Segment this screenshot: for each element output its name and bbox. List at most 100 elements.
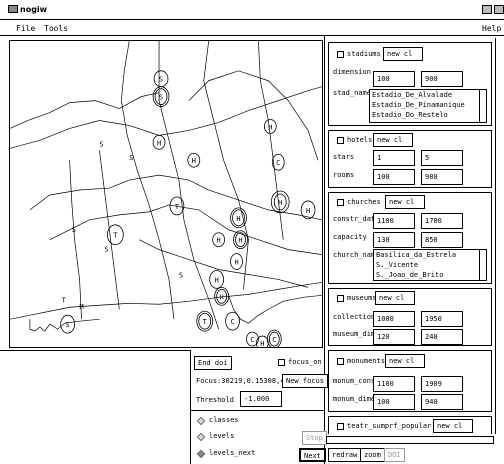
svg-text:S: S: [66, 321, 70, 329]
map-marker[interactable]: H: [230, 253, 243, 270]
svg-text:H: H: [278, 199, 282, 207]
class-panels: stadiums new cl dimension 100 900 stad_n…: [325, 38, 495, 434]
churches-c2-min[interactable]: 130: [373, 232, 415, 248]
map-canvas[interactable]: S S H H T H H H H H H T C H S T H C H C …: [9, 40, 323, 348]
listbox-scrollbar[interactable]: [479, 250, 486, 280]
list-item[interactable]: S._Vicente: [374, 260, 486, 270]
monuments-c1-max[interactable]: 1909: [421, 376, 463, 392]
museums-c2-min[interactable]: 120: [373, 329, 415, 345]
hotels-rooms-min[interactable]: 100: [373, 169, 415, 185]
hotels-checkbox[interactable]: [337, 137, 344, 144]
map-marker[interactable]: T: [196, 310, 214, 332]
monuments-checkbox[interactable]: [337, 358, 344, 365]
svg-text:H: H: [157, 139, 161, 147]
panels-vscrollbar[interactable]: [495, 38, 504, 434]
map-marker[interactable]: H: [209, 270, 225, 289]
monuments-c1-min[interactable]: 1100: [373, 376, 415, 392]
map-marker[interactable]: C: [266, 329, 282, 347]
map-marker[interactable]: H: [187, 152, 201, 168]
stadiums-new-cl-button[interactable]: new cl: [383, 47, 423, 61]
svg-text:S: S: [159, 94, 163, 102]
partial-label: teatr_sumprf_popular: [347, 422, 432, 430]
map-marker[interactable]: H: [152, 134, 166, 150]
svg-text:T: T: [203, 318, 208, 326]
menu-file[interactable]: File: [16, 24, 35, 33]
stadiums-list-label: stad_name: [333, 89, 371, 97]
hotels-label: hotels: [347, 136, 373, 144]
map-label: S: [99, 140, 103, 148]
churches-new-cl-button[interactable]: new cl: [385, 195, 425, 209]
map-marker[interactable]: H: [300, 200, 316, 220]
map-marker[interactable]: H: [263, 119, 277, 134]
list-item[interactable]: Estadio_De_Alvalade: [370, 90, 486, 100]
window-menu-icon[interactable]: [8, 5, 18, 13]
panels-hscrollbar[interactable]: [326, 436, 494, 444]
map-svg[interactable]: S S H H T H H H H H H T C H S T H C H C …: [10, 41, 322, 347]
stadiums-listbox[interactable]: Estadio_De_Alvalade Estadio_De_Pinamaniq…: [369, 89, 487, 123]
museums-c2-max[interactable]: 240: [421, 329, 463, 345]
museums-c1-min[interactable]: 1000: [373, 311, 415, 327]
menu-tools[interactable]: Tools: [44, 24, 68, 33]
museums-c1-max[interactable]: 1950: [421, 311, 463, 327]
stop-button[interactable]: Stop: [302, 431, 327, 445]
svg-text:C: C: [272, 336, 276, 344]
list-item[interactable]: Basilica_da_Estrela: [374, 250, 486, 260]
threshold-input[interactable]: -1.000: [240, 391, 282, 407]
stadiums-dim-min[interactable]: 100: [373, 71, 415, 87]
hotels-rooms-max[interactable]: 980: [421, 169, 463, 185]
svg-text:H: H: [260, 340, 264, 347]
map-marker[interactable]: C: [271, 153, 285, 171]
map-marker[interactable]: H: [212, 232, 226, 248]
partial-checkbox[interactable]: [337, 423, 344, 430]
hotels-stars-max[interactable]: 5: [421, 150, 463, 166]
museums-checkbox[interactable]: [337, 295, 344, 302]
svg-text:H: H: [192, 157, 196, 165]
listbox-scrollbar[interactable]: [479, 90, 486, 122]
monuments-c2-max[interactable]: 940: [421, 394, 463, 410]
list-item[interactable]: Estadio_Do_Restelo: [370, 110, 486, 120]
redraw-button[interactable]: redraw: [328, 448, 362, 462]
radio-levels-next[interactable]: [196, 449, 206, 459]
new-focus-button[interactable]: New focus: [282, 374, 328, 388]
monuments-c2-min[interactable]: 100: [373, 394, 415, 410]
next-button[interactable]: Next: [299, 448, 326, 462]
map-marker[interactable]: H: [270, 190, 290, 214]
end-doi-button[interactable]: End doi: [194, 356, 232, 370]
churches-c1-max[interactable]: 1700: [421, 213, 463, 229]
churches-c2-max[interactable]: 850: [421, 232, 463, 248]
minimize-icon[interactable]: [482, 5, 492, 14]
svg-text:H: H: [234, 259, 238, 267]
menu-help[interactable]: Help: [482, 24, 501, 33]
zoom-button[interactable]: zoom: [360, 448, 385, 462]
maximize-icon[interactable]: [494, 5, 504, 14]
panel-monuments: monuments new cl monum_const 1100 1909 m…: [328, 350, 492, 412]
hotels-new-cl-button[interactable]: new cl: [373, 133, 413, 147]
hotels-stars-min[interactable]: 1: [373, 150, 415, 166]
panel-stadiums: stadiums new cl dimension 100 900 stad_n…: [328, 42, 492, 126]
map-marker[interactable]: S: [152, 86, 170, 107]
threshold-label: Threshold: [196, 396, 234, 404]
partial-new-cl-button[interactable]: new cl: [433, 419, 473, 433]
radio-levels-label: levels: [209, 432, 235, 440]
churches-c1-min[interactable]: 1100: [373, 213, 415, 229]
map-marker[interactable]: H: [214, 286, 229, 306]
svg-text:C: C: [250, 336, 254, 344]
svg-text:S: S: [159, 76, 163, 84]
map-marker[interactable]: H: [230, 207, 247, 229]
monuments-new-cl-button[interactable]: new cl: [385, 354, 425, 368]
radio-levels[interactable]: [196, 432, 206, 442]
focus-on-checkbox[interactable]: [278, 359, 285, 366]
museums-new-cl-button[interactable]: new cl: [375, 291, 415, 305]
churches-listbox[interactable]: Basilica_da_Estrela S._Vicente S._Joao_d…: [373, 249, 487, 281]
stadiums-dim-max[interactable]: 900: [421, 71, 463, 87]
map-label: M: [80, 303, 84, 311]
stadiums-checkbox[interactable]: [337, 51, 344, 58]
list-item[interactable]: S._Joao_de_Brito: [374, 270, 486, 280]
map-marker[interactable]: S: [60, 314, 75, 334]
map-marker[interactable]: S: [153, 70, 169, 88]
map-marker[interactable]: C: [225, 311, 240, 331]
churches-checkbox[interactable]: [337, 199, 344, 206]
radio-classes[interactable]: [196, 416, 206, 426]
list-item[interactable]: Estadio_De_Pinamanique: [370, 100, 486, 110]
doi-button[interactable]: DOI: [384, 448, 405, 462]
